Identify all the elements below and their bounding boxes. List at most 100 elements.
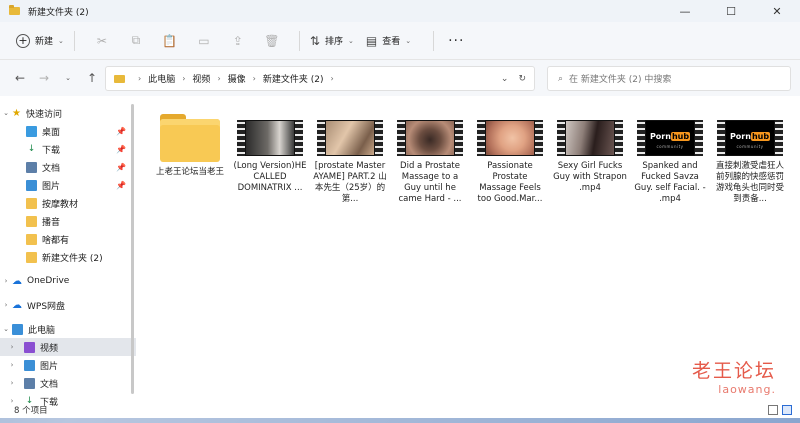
sidebar-item-downloads[interactable]: ↓ 下载 📌: [0, 140, 136, 158]
sidebar-label: 图片: [42, 181, 61, 192]
refresh-icon[interactable]: ↻: [518, 74, 526, 84]
sidebar-item-documents[interactable]: 文档 📌: [0, 158, 136, 176]
chevron-right-icon[interactable]: ›: [6, 379, 18, 387]
close-button[interactable]: ✕: [754, 0, 800, 22]
share-button[interactable]: ⇪: [221, 29, 255, 53]
chevron-right-icon: ›: [330, 74, 334, 83]
sidebar-item-wps[interactable]: › ☁ WPS网盘: [0, 296, 136, 314]
breadcrumb-camera[interactable]: 摄像: [228, 72, 246, 85]
more-options-button[interactable]: ···: [448, 33, 464, 49]
maximize-button[interactable]: ☐: [708, 0, 754, 22]
video-item[interactable]: Passionate Prostate Massage Feels too Go…: [473, 112, 547, 205]
chevron-right-icon[interactable]: ›: [6, 343, 18, 351]
search-box[interactable]: ⌕ 在 新建文件夹 (2) 中搜索: [547, 66, 791, 91]
paste-button[interactable]: 📋: [153, 29, 187, 53]
sidebar-item-documents-pc[interactable]: › 文档: [0, 374, 136, 392]
sidebar-label: 桌面: [42, 127, 61, 138]
video-item[interactable]: [prostate Master AYAME] PART.2 山本先生（25岁）…: [313, 112, 387, 205]
sidebar-label: OneDrive: [27, 276, 70, 286]
breadcrumb-current[interactable]: 新建文件夹 (2): [263, 72, 324, 85]
sidebar-label: 此电脑: [28, 325, 56, 336]
sidebar-item-onedrive[interactable]: › ☁ OneDrive: [0, 272, 136, 290]
pin-icon: 📌: [116, 126, 126, 136]
sidebar-label: 下载: [42, 145, 61, 156]
video-item[interactable]: Did a Prostate Massage to a Guy until he…: [393, 112, 467, 205]
pin-icon: 📌: [116, 162, 126, 172]
rename-button[interactable]: ▭: [187, 29, 221, 53]
window-title: 新建文件夹 (2): [28, 7, 89, 18]
video-item[interactable]: Pornhub community 直接刺激受虐狂人前列腺的快感惩罚游戏龟头也同…: [713, 112, 787, 205]
sidebar-item-this-pc[interactable]: ⌄ 此电脑: [0, 320, 136, 338]
sidebar-item-desktop[interactable]: 桌面 📌: [0, 122, 136, 140]
file-name: Did a Prostate Massage to a Guy until he…: [398, 161, 462, 204]
chevron-down-icon: ⌄: [405, 36, 412, 45]
folder-icon: [114, 74, 125, 83]
video-thumbnail: [317, 120, 383, 156]
document-icon: [24, 377, 35, 389]
view-icon: ▤: [365, 33, 378, 48]
sidebar-label: 新建文件夹 (2): [42, 253, 103, 264]
video-item[interactable]: Pornhub community Spanked and Fucked Sav…: [633, 112, 707, 205]
delete-button[interactable]: 🗑: [255, 29, 289, 53]
pin-icon: 📌: [116, 180, 126, 190]
computer-icon: [12, 323, 23, 335]
sort-label: 排序: [324, 37, 343, 47]
brand-subtitle: community: [656, 144, 684, 149]
up-button[interactable]: ↑: [80, 71, 104, 85]
details-view-button[interactable]: [768, 405, 778, 415]
sidebar-item-folder[interactable]: 新建文件夹 (2): [0, 248, 136, 266]
file-name: 上老王论坛当老王: [155, 167, 224, 177]
picture-icon: [24, 359, 35, 371]
back-button[interactable]: ←: [8, 71, 32, 85]
item-count: 8 个项目: [14, 406, 48, 416]
chevron-down-icon[interactable]: ⌄: [0, 109, 12, 117]
sidebar-item-quick-access[interactable]: ⌄ ★ 快速访问: [0, 104, 136, 122]
video-thumbnail: [557, 120, 623, 156]
breadcrumb-this-pc[interactable]: 此电脑: [148, 72, 175, 85]
sidebar-item-pictures-pc[interactable]: › 图片: [0, 356, 136, 374]
status-bar: 8 个项目: [0, 402, 800, 418]
chevron-right-icon[interactable]: ›: [0, 301, 12, 309]
sidebar-item-pictures[interactable]: 图片 📌: [0, 176, 136, 194]
chevron-right-icon[interactable]: ›: [6, 361, 18, 369]
folder-item[interactable]: 上老王论坛当老王: [153, 112, 227, 178]
view-button[interactable]: ▤ 查看 ⌄: [366, 34, 411, 48]
title-bar: 新建文件夹 (2) — ☐ ✕: [0, 0, 800, 22]
sort-button[interactable]: ⇅ 排序 ⌄: [310, 34, 354, 48]
cloud-icon: ☁: [12, 299, 22, 311]
divider: [73, 30, 75, 51]
breadcrumb-videos[interactable]: 视频: [192, 72, 210, 85]
recent-locations-button[interactable]: ⌄: [56, 74, 80, 82]
forward-button[interactable]: →: [32, 71, 56, 85]
desktop-icon: [26, 125, 37, 137]
file-name: 直接刺激受虐狂人前列腺的快感惩罚游戏龟头也同时受到责备...: [715, 161, 784, 204]
chevron-right-icon: ›: [217, 74, 221, 83]
sidebar-label: 快速访问: [25, 109, 62, 120]
chevron-right-icon[interactable]: ›: [0, 277, 12, 285]
command-bar: + 新建 ⌄ ✂ ⧉ 📋 ▭ ⇪ 🗑 ⇅ 排序 ⌄ ▤ 查看 ⌄ ···: [0, 22, 800, 60]
new-button[interactable]: + 新建 ⌄: [16, 33, 64, 48]
minimize-button[interactable]: —: [662, 0, 708, 22]
sidebar-item-folder[interactable]: 按摩教材: [0, 194, 136, 212]
brand-logo: Pornhub: [729, 132, 771, 141]
plus-icon: +: [16, 33, 30, 48]
chevron-right-icon: ›: [252, 74, 256, 83]
copy-button[interactable]: ⧉: [119, 29, 153, 53]
address-dropdown-icon[interactable]: ⌄: [501, 74, 509, 84]
video-item[interactable]: Sexy Girl Fucks Guy with Strapon .mp4: [553, 112, 627, 194]
file-name: [prostate Master AYAME] PART.2 山本先生（25岁）…: [313, 161, 387, 204]
icons-view-button[interactable]: [782, 405, 792, 415]
video-item[interactable]: (Long Version)HE CALLED DOMINATRIX ...: [233, 112, 307, 194]
address-bar[interactable]: › 此电脑 › 视频 › 摄像 › 新建文件夹 (2) › ⌄ ↻: [105, 66, 535, 91]
sidebar-item-folder[interactable]: 播音: [0, 212, 136, 230]
sidebar-item-folder[interactable]: 啥都有: [0, 230, 136, 248]
cut-button[interactable]: ✂: [85, 29, 119, 53]
sidebar-scrollbar[interactable]: [131, 104, 134, 394]
folder-icon: [26, 233, 37, 245]
sidebar-item-videos[interactable]: › 视频: [0, 338, 136, 356]
file-name: Passionate Prostate Massage Feels too Go…: [477, 161, 543, 204]
folder-icon: [160, 114, 220, 162]
view-label: 查看: [382, 37, 401, 47]
file-list: 上老王论坛当老王 (Long Version)HE CALLED DOMINAT…: [136, 96, 800, 418]
chevron-down-icon[interactable]: ⌄: [0, 325, 12, 333]
